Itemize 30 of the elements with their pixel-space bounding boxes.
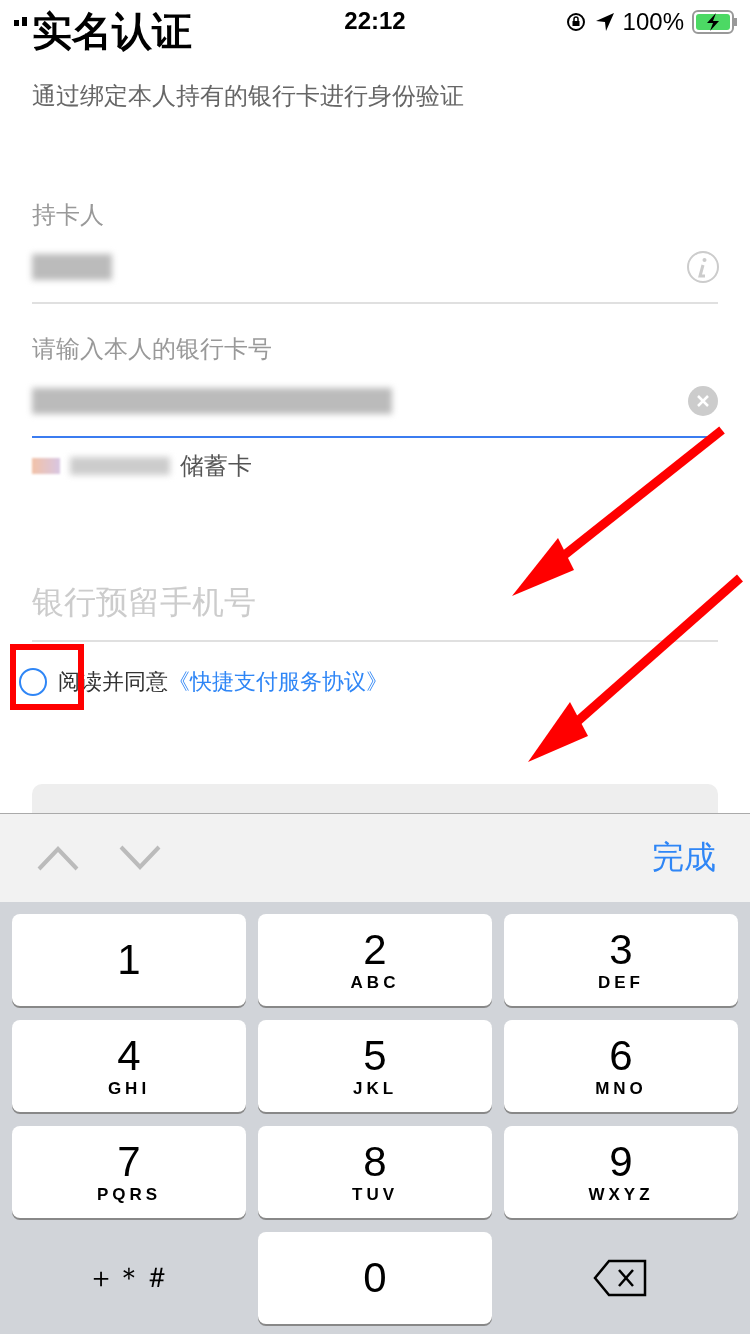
keypad-key[interactable]: 6 MNO (504, 1020, 738, 1112)
delete-icon[interactable] (593, 1258, 649, 1298)
symbols-key[interactable]: ＋＊＃ (12, 1232, 246, 1324)
keypad-key[interactable]: 1 (12, 914, 246, 1006)
keypad-key[interactable]: 2 ABC (258, 914, 492, 1006)
page-subtitle: 通过绑定本人持有的银行卡进行身份验证 (32, 81, 465, 112)
agree-checkbox[interactable] (18, 667, 48, 697)
keypad-key[interactable]: 0 (258, 1232, 492, 1324)
rotation-lock-icon (564, 11, 587, 33)
card-type: 储蓄卡 (180, 451, 252, 482)
keypad-key[interactable]: 8 TUV (258, 1126, 492, 1218)
page-title: 实名认证 (32, 7, 192, 56)
info-icon[interactable] (686, 250, 720, 284)
next-icon[interactable] (118, 844, 162, 872)
agreement-link[interactable]: 《快捷支付服务协议》 (168, 667, 388, 697)
location-icon (594, 12, 615, 32)
battery-charging-icon (692, 10, 738, 34)
clear-icon[interactable] (688, 386, 718, 416)
keypad-key[interactable]: 7 PQRS (12, 1126, 246, 1218)
keypad-key[interactable]: 9 WXYZ (504, 1126, 738, 1218)
status-time: 22:12 (344, 7, 406, 35)
battery-percent: 100% (622, 8, 684, 36)
previous-icon[interactable] (36, 844, 80, 872)
bank-logo (32, 458, 60, 474)
signal-icon (14, 16, 28, 26)
keypad-key[interactable]: 5 JKL (258, 1020, 492, 1112)
field-label: 请输入本人的银行卡号 (32, 334, 273, 365)
field-label: 持卡人 (32, 200, 105, 231)
keypad-key[interactable]: 4 GHI (12, 1020, 246, 1112)
keypad-key[interactable]: 3 DEF (504, 914, 738, 1006)
